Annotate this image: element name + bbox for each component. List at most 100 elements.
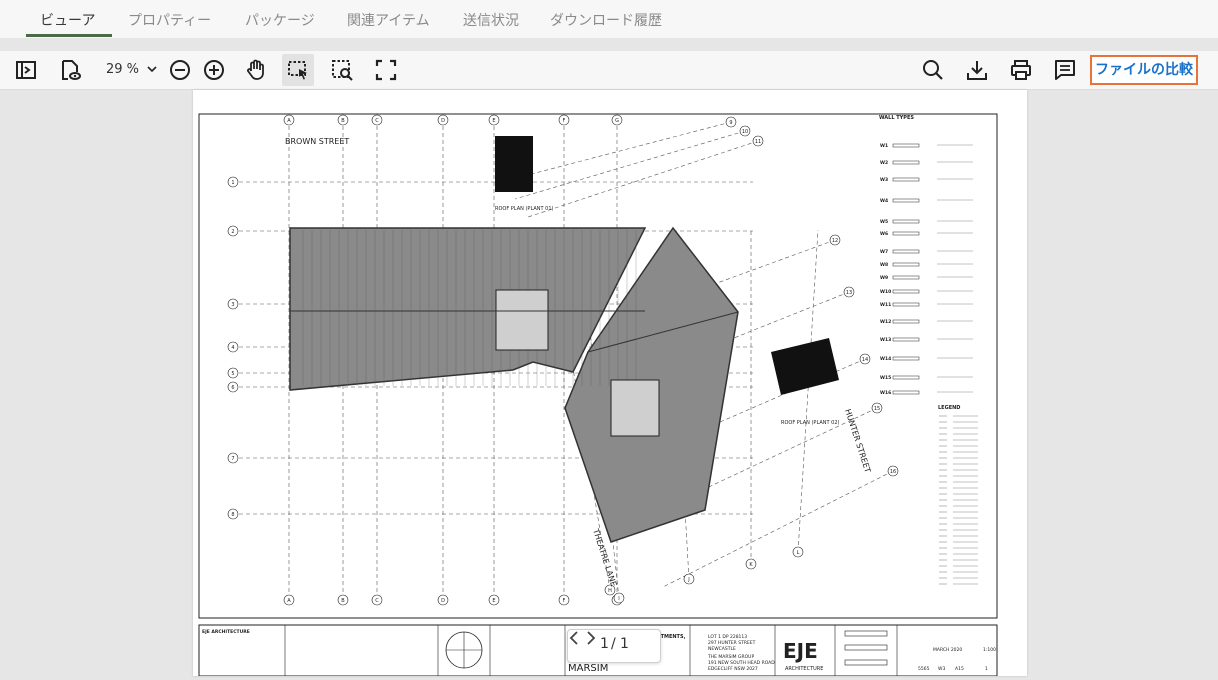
grid-label-bottom: I [618,596,619,602]
fullscreen-button[interactable] [370,54,402,86]
wall-type-code: W4 [880,198,888,204]
eje-logo-sub: ARCHITECTURE [785,666,823,672]
wall-type-code: W9 [880,275,888,281]
plant-01-block [495,136,533,192]
printer-icon [1011,60,1031,80]
tab-bar: ビューア プロパティー パッケージ 関連アイテム 送信状況 ダウンロード履歴 [0,0,1218,38]
grid-label-row: 6 [231,385,234,391]
fullscreen-icon [375,59,397,81]
tab-related-items[interactable]: 関連アイテム [347,0,430,38]
grid-label-col: B [341,118,345,124]
wall-type-code: W15 [880,375,891,381]
download-button[interactable] [961,54,993,86]
zoom-in-icon [204,60,224,80]
document-page[interactable]: AABBCCDDEEFFGG12345678910111213141516HIJ… [193,90,1027,677]
title-client-3: EDGECLIFF NSW 2027 [708,666,758,672]
wall-type-swatch [892,337,920,342]
grid-label-col: E [492,598,495,604]
wall-type-swatch [892,177,920,182]
grid-label-diag: 15 [874,406,880,412]
wall-type-code: W2 [880,160,888,166]
comments-button[interactable] [1049,54,1081,86]
document-viewer-area[interactable]: AABBCCDDEEFFGG12345678910111213141516HIJ… [0,90,1218,677]
grid-label-row: 4 [231,345,234,351]
wall-type-code: W3 [880,177,888,183]
grid-label-diag: 12 [832,238,838,244]
roof-plan-01-label: ROOF PLAN (PLANT 01) [495,206,554,212]
toggle-sidebar-button[interactable] [10,54,42,86]
zoom-area-icon [332,60,353,81]
pan-tool-button[interactable] [240,54,272,86]
core-room-2 [610,379,660,437]
zoom-out-button[interactable] [164,54,196,86]
tab-download-history[interactable]: ダウンロード履歴 [550,0,662,38]
viewer-toolbar: 29 % ファイルの比較 [0,51,1218,90]
wall-type-swatch [892,375,920,380]
title-project-no: 5565 [918,666,930,672]
hand-icon [247,59,264,80]
wall-type-code: W1 [880,143,888,149]
grid-label-row: 7 [231,456,234,462]
page-separator: / [611,636,616,652]
sidebar-panel-icon [16,61,36,79]
wall-type-swatch [892,231,920,236]
chevron-left-icon[interactable] [568,630,580,646]
street-label-brown: BROWN STREET [285,137,349,146]
grid-label-row: 3 [231,302,234,308]
grid-label-col: B [341,598,345,604]
chevron-down-icon[interactable] [146,63,158,75]
zoom-in-button[interactable] [198,54,230,86]
tab-viewer[interactable]: ビューア [40,0,95,38]
wall-type-code: W8 [880,262,888,268]
total-pages: 1 [620,636,629,652]
grid-label-col: D [441,118,445,124]
grid-label-col: E [492,118,495,124]
wall-type-swatch [892,302,920,307]
tab-packages[interactable]: パッケージ [245,0,315,38]
grid-label-diag: 13 [846,290,852,296]
title-swatch [844,659,888,666]
grid-label-col: A [287,598,291,604]
wall-type-swatch [892,275,920,280]
wall-types-heading: WALL TYPES [879,115,914,121]
view-document-button[interactable] [54,54,86,86]
wall-type-swatch [892,249,920,254]
eje-logo: EJE [783,639,818,663]
grid-label-col: A [287,118,291,124]
grid-label-row: 1 [231,180,234,186]
grid-label-diag: 9 [729,120,732,126]
search-button[interactable] [917,54,949,86]
grid-label-bottom: H [608,588,612,594]
wall-type-swatch [892,160,920,165]
chevron-right-icon[interactable] [585,630,597,646]
zoom-level[interactable]: 29 % [106,62,139,77]
grid-label-bottom: J [687,577,689,583]
comment-icon [1055,60,1075,80]
wall-type-code: W13 [880,337,891,343]
print-button[interactable] [1005,54,1037,86]
tab-properties[interactable]: プロパティー [128,0,211,38]
title-address-1: 297 HUNTER STREET [708,640,756,646]
grid-label-diag: 14 [862,357,868,363]
grid-label-diag: 11 [755,139,761,145]
wall-type-code: W10 [880,289,891,295]
core-room [495,289,549,351]
title-issue: 1 [985,666,988,672]
wall-type-code: W11 [880,302,891,308]
grid-label-col: C [375,118,379,124]
document-view-icon [62,60,81,80]
compare-files-button[interactable]: ファイルの比較 [1090,55,1198,85]
zoom-area-button[interactable] [326,54,358,86]
wall-type-swatch [892,198,920,203]
wall-type-swatch [892,219,920,224]
title-project: MARSIM [568,663,608,674]
wall-type-code: W16 [880,390,891,396]
title-swatch [844,644,888,651]
select-tool-button[interactable] [282,54,314,86]
grid-label-col: F [563,118,566,124]
page-navigator: 1 / 1 [567,629,661,663]
current-page[interactable]: 1 [600,636,609,652]
title-firm: EJE ARCHITECTURE [202,629,250,635]
tab-send-status[interactable]: 送信状況 [463,0,519,38]
active-tab-indicator [26,34,112,37]
